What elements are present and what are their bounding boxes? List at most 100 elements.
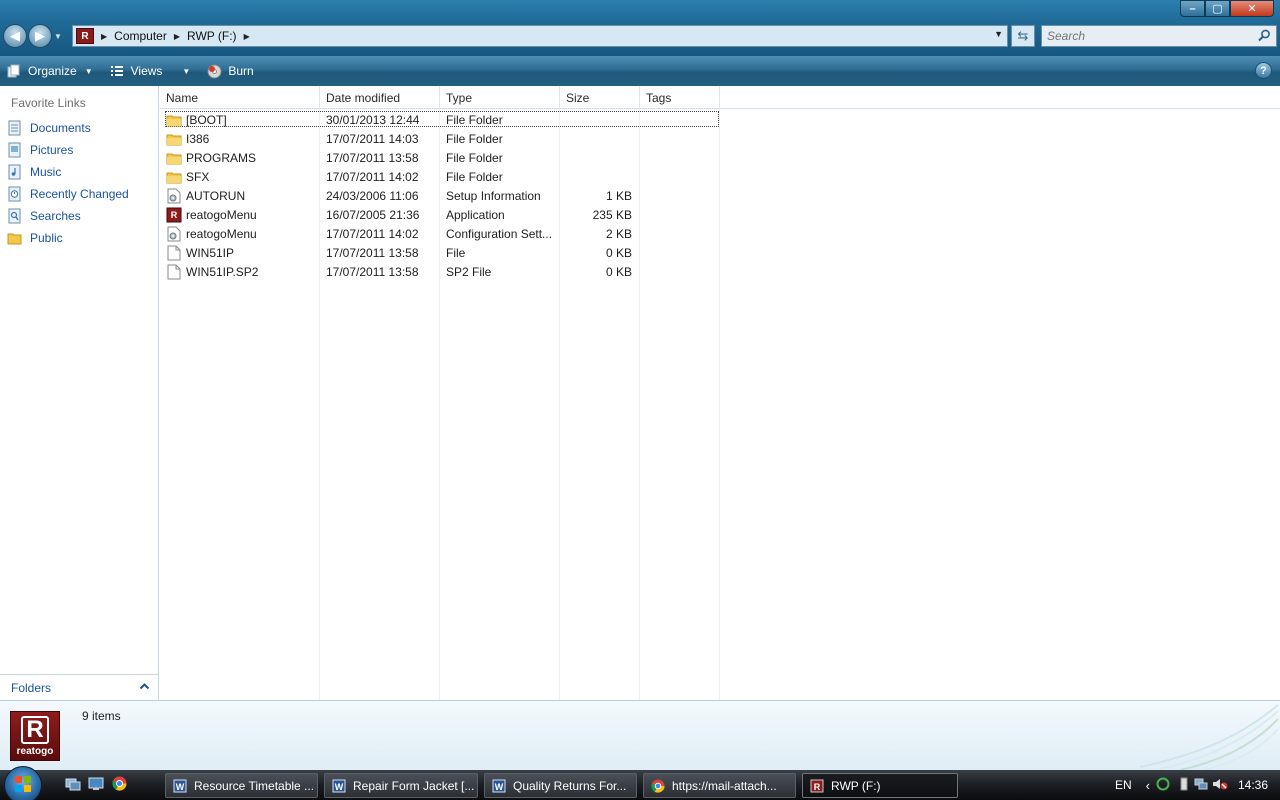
recent-pages-dropdown[interactable]: ▼ [54, 32, 62, 41]
file-name-cell[interactable]: AUTORUN [166, 186, 316, 205]
word-icon: W [331, 778, 347, 794]
network-icon[interactable] [1194, 777, 1208, 794]
address-history-dropdown-icon[interactable]: ▼ [994, 29, 1003, 39]
file-row[interactable]: SFX 17/07/2011 14:02 File Folder [160, 167, 720, 186]
taskbar-button[interactable]: R RWP (F:) [802, 773, 958, 798]
help-button[interactable]: ? [1255, 62, 1272, 79]
file-type: File Folder [446, 169, 503, 184]
file-size: 1 KB [605, 188, 632, 203]
column-header-label: Type [446, 90, 473, 105]
minimize-button[interactable]: – [1180, 0, 1205, 17]
file-row[interactable]: I386 17/07/2011 14:03 File Folder [160, 129, 720, 148]
file-row[interactable]: WIN51IP.SP2 17/07/2011 13:58 SP2 File 0 KB [160, 262, 720, 281]
file-name: PROGRAMS [186, 150, 257, 165]
breadcrumb-separator-icon[interactable]: ▶ [174, 32, 180, 41]
column-header-tags[interactable]: Tags [640, 86, 720, 109]
file-size: 235 KB [592, 207, 632, 222]
file-row[interactable]: [BOOT] 30/01/2013 12:44 File Folder [160, 110, 720, 129]
back-button[interactable]: ◀ [3, 24, 27, 48]
quicklaunch-chrome[interactable] [110, 776, 128, 794]
file-row[interactable]: reatogoMenu 17/07/2011 14:02 Configuration… [160, 224, 720, 243]
application-icon: R [166, 207, 182, 223]
nav-item-documents[interactable]: Documents [0, 117, 158, 139]
taskbar-button[interactable]: W Resource Timetable ... [165, 773, 318, 798]
file-name-cell[interactable]: reatogoMenu [166, 224, 316, 243]
file-name-cell[interactable]: SFX [166, 167, 316, 186]
show-desktop-icon [88, 777, 104, 794]
decorative-swoosh-icon [1140, 704, 1279, 770]
back-arrow-icon: ◀ [10, 28, 20, 43]
taskbar-button[interactable]: W Repair Form Jacket [... [324, 773, 478, 798]
breadcrumb-drive[interactable]: RWP (F:) [187, 29, 237, 43]
settings-file-icon [166, 226, 182, 242]
file-name-cell[interactable]: PROGRAMS [166, 148, 316, 167]
nav-item-pictures[interactable]: Pictures [0, 139, 158, 161]
taskbar-button-label: RWP (F:) [831, 778, 881, 793]
breadcrumb-computer[interactable]: Computer [114, 29, 167, 43]
file-name-cell[interactable]: I386 [166, 129, 316, 148]
file-row[interactable]: WIN51IP 17/07/2011 13:58 File 0 KB [160, 243, 720, 262]
address-bar[interactable]: R ▶ Computer ▶ RWP (F:) ▶ ▼ [72, 25, 1008, 47]
file-name: WIN51IP [186, 245, 235, 260]
tray-app-icon[interactable] [1156, 777, 1170, 794]
file-date: 16/07/2005 21:36 [326, 207, 420, 222]
music-icon [7, 164, 23, 180]
volume-muted-icon[interactable] [1212, 777, 1228, 794]
breadcrumb-separator-icon[interactable]: ▶ [244, 32, 250, 41]
file-type: Configuration Sett... [446, 226, 553, 241]
file-date: 30/01/2013 12:44 [326, 112, 420, 127]
file-row[interactable]: AUTORUN 24/03/2006 11:06 Setup Information… [160, 186, 720, 205]
chevron-down-icon[interactable]: ▼ [182, 67, 190, 76]
show-hidden-icons-icon[interactable]: ‹ [1146, 778, 1150, 793]
search-icon[interactable] [1258, 29, 1271, 45]
file-name-cell[interactable]: WIN51IP [166, 243, 316, 262]
file-row[interactable]: RreatogoMenu 16/07/2005 21:36 Application 2… [160, 205, 720, 224]
switch-windows-icon [65, 777, 81, 794]
close-button[interactable]: ✕ [1230, 0, 1274, 17]
nav-item-music[interactable]: Music [0, 161, 158, 183]
folders-toggle[interactable]: Folders [0, 674, 158, 700]
taskbar-button-label: Resource Timetable ... [194, 778, 315, 793]
file-icon [166, 245, 182, 261]
start-button[interactable] [4, 766, 42, 800]
column-header-type[interactable]: Type [440, 86, 560, 109]
breadcrumb-separator-icon[interactable]: ▶ [101, 32, 107, 41]
search-box [1041, 25, 1277, 47]
column-header-date[interactable]: Date modified [320, 86, 440, 109]
file-name-cell[interactable]: [BOOT] [166, 110, 316, 129]
column-header-size[interactable]: Size [560, 86, 640, 109]
nav-item-label: Public [30, 231, 63, 245]
file-type: Setup Information [446, 188, 541, 203]
burn-button[interactable]: Burn [200, 58, 259, 84]
nav-item-searches[interactable]: Searches [0, 205, 158, 227]
clock[interactable]: 14:36 [1238, 778, 1268, 792]
chrome-icon [111, 776, 127, 794]
taskbar-button[interactable]: https://mail-attach... [643, 773, 796, 798]
quicklaunch-show-desktop[interactable] [87, 777, 105, 793]
word-icon: W [491, 778, 507, 794]
search-input[interactable] [1042, 26, 1242, 46]
taskbar-button[interactable]: W Quality Returns For... [484, 773, 637, 798]
file-row[interactable]: PROGRAMS 17/07/2011 13:58 File Folder [160, 148, 720, 167]
quicklaunch-switch-windows[interactable] [64, 777, 82, 793]
nav-item-recently-changed[interactable]: Recently Changed [0, 183, 158, 205]
logo-text: reatogo [16, 745, 54, 757]
forward-button[interactable]: ▶ [28, 24, 52, 48]
command-bar: Organize ▼ Views ▼ Burn ? [0, 56, 1280, 86]
safely-remove-icon[interactable] [1178, 777, 1190, 794]
views-label: Views [130, 64, 163, 78]
file-name-cell[interactable]: WIN51IP.SP2 [166, 262, 316, 281]
views-button[interactable]: Views ▼ [103, 58, 197, 84]
reatogo-logo: R reatogo [10, 711, 60, 761]
column-header-name[interactable]: Name [160, 86, 320, 109]
taskbar: W Resource Timetable ... W Repair Form Jack… [0, 766, 1280, 800]
maximize-button[interactable]: ▢ [1205, 0, 1230, 17]
file-name: WIN51IP.SP2 [186, 264, 259, 279]
organize-button[interactable]: Organize ▼ [0, 58, 99, 84]
file-name-cell[interactable]: RreatogoMenu [166, 205, 316, 224]
nav-item-public[interactable]: Public [0, 227, 158, 249]
file-type: SP2 File [446, 264, 492, 279]
language-indicator[interactable]: EN [1115, 778, 1132, 792]
nav-item-label: Searches [30, 209, 81, 223]
refresh-button[interactable]: ⇆ [1011, 25, 1035, 47]
